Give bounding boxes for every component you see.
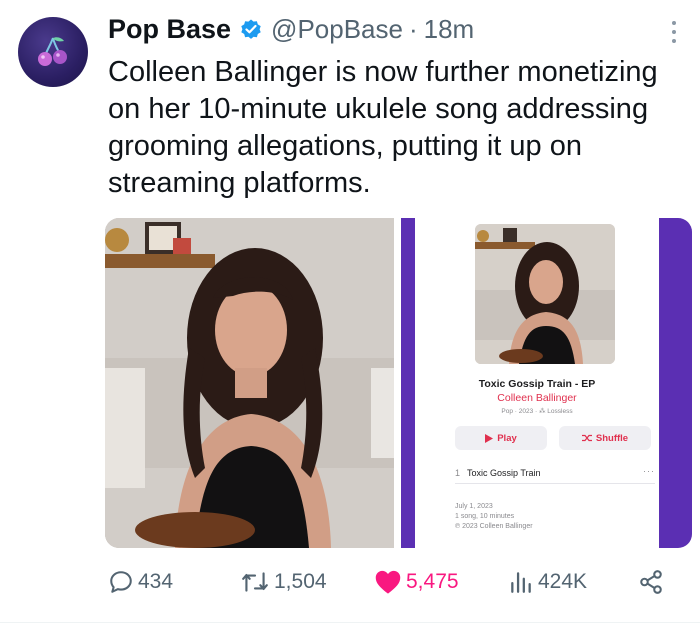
copyright: ℗ 2023 Colleen Ballinger xyxy=(455,523,533,530)
shuffle-button[interactable]: Shuffle xyxy=(559,426,651,450)
album-card: Toxic Gossip Train - EP Colleen Ballinge… xyxy=(415,218,659,548)
album-info: July 1, 2023 1 song, 10 minutes ℗ 2023 C… xyxy=(455,502,533,532)
divider xyxy=(0,622,700,623)
retweet-count: 1,504 xyxy=(274,570,327,593)
track-more-icon[interactable]: ··· xyxy=(643,466,655,476)
retweet-icon xyxy=(242,572,268,592)
album-meta: Pop · 2023 · ⁂ Lossless xyxy=(501,408,573,415)
reply-icon xyxy=(110,571,132,593)
tweet-actions: 434 1,504 5,475 424K xyxy=(108,566,668,598)
share-button[interactable] xyxy=(638,566,664,598)
more-options-icon[interactable] xyxy=(664,18,684,46)
photo-colleen[interactable] xyxy=(105,218,394,548)
release-date: July 1, 2023 xyxy=(455,503,493,510)
verified-badge-icon xyxy=(239,17,263,41)
separator-dot: · xyxy=(408,13,418,44)
play-button[interactable]: Play xyxy=(455,426,547,450)
screenshot-streaming-page[interactable]: Toxic Gossip Train - EP Colleen Ballinge… xyxy=(401,218,692,548)
retweet-button[interactable]: 1,504 xyxy=(240,566,327,598)
handle[interactable]: @PopBase xyxy=(271,14,403,45)
media-grid[interactable]: Toxic Gossip Train - EP Colleen Ballinge… xyxy=(105,218,692,548)
timestamp[interactable]: 18m xyxy=(424,14,475,45)
tweet: Pop Base @PopBase · 18m Colleen Ballinge… xyxy=(0,0,700,627)
shuffle-label: Shuffle xyxy=(595,432,629,444)
display-name[interactable]: Pop Base xyxy=(108,14,231,45)
tweet-header: Pop Base @PopBase · 18m xyxy=(108,12,474,46)
share-icon xyxy=(640,570,662,594)
media-gap xyxy=(394,218,401,548)
album-artwork xyxy=(475,224,615,364)
view-count: 424K xyxy=(538,570,588,593)
shuffle-icon xyxy=(581,434,592,442)
album-artist: Colleen Ballinger xyxy=(497,392,577,404)
track-number: 1 xyxy=(455,468,461,478)
album-title: Toxic Gossip Train - EP xyxy=(478,378,596,390)
avatar[interactable] xyxy=(18,17,88,87)
play-icon xyxy=(485,433,494,443)
like-button[interactable]: 5,475 xyxy=(374,566,459,598)
views-button[interactable]: 424K xyxy=(508,566,587,598)
album-duration: 1 song, 10 minutes xyxy=(455,513,515,520)
cherries-icon xyxy=(38,37,67,66)
like-count: 5,475 xyxy=(406,570,459,593)
reply-count: 434 xyxy=(138,570,174,593)
tweet-text: Colleen Ballinger is now further monetiz… xyxy=(108,56,658,199)
reply-button[interactable]: 434 xyxy=(108,566,173,598)
views-bar-chart-icon xyxy=(511,572,531,593)
play-label: Play xyxy=(497,432,517,444)
track-title: Toxic Gossip Train xyxy=(467,468,541,478)
heart-icon xyxy=(375,570,401,594)
track-row[interactable]: 1 Toxic Gossip Train ··· xyxy=(455,466,655,484)
